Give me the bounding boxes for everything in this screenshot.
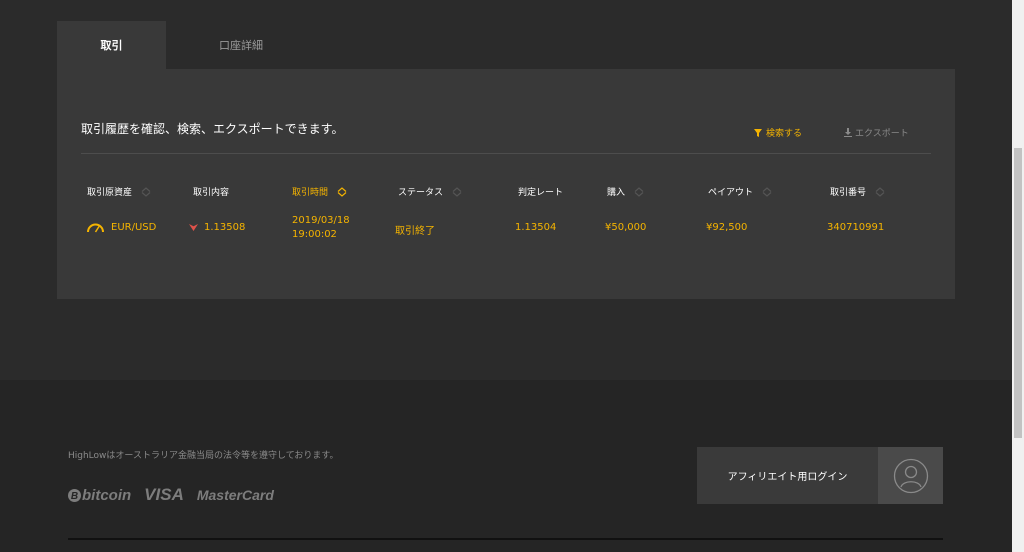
gauge-icon [87, 223, 104, 233]
column-header-closing-rate: 判定レート [518, 188, 564, 198]
search-label: 検索する [766, 129, 803, 139]
column-header-time[interactable]: 取引時間 [292, 185, 347, 198]
sort-icon [875, 186, 885, 197]
cell-time: 2019/03/18 19:00:02 [292, 215, 350, 240]
panel-description: 取引履歴を確認、検索、エクスポートできます。 [81, 122, 344, 136]
trade-history-panel: 取引履歴を確認、検索、エクスポートできます。 検索する エクスポート 取引原資産… [57, 69, 955, 299]
cell-payout: ¥92,500 [706, 222, 748, 233]
bitcoin-icon: B [68, 488, 81, 502]
mastercard-logo: MasterCard [196, 487, 274, 503]
search-button[interactable]: 検索する [754, 126, 802, 139]
affiliate-login-button[interactable]: アフィリエイト用ログイン [697, 447, 943, 504]
footer-divider [68, 538, 943, 540]
cell-closing-rate: 1.13504 [515, 222, 557, 233]
column-header-trade-id[interactable]: 取引番号 [830, 185, 885, 198]
main-area: 取引 口座詳細 取引履歴を確認、検索、エクスポートできます。 検索する エクスポ… [0, 0, 1012, 380]
scrollbar-thumb[interactable] [1014, 148, 1022, 438]
vertical-scrollbar[interactable] [1012, 0, 1024, 552]
svg-text:B: B [71, 491, 78, 502]
down-arrow-icon [189, 224, 198, 231]
sort-icon-active [337, 186, 347, 197]
cell-investment: ¥50,000 [605, 222, 647, 233]
sort-icon [634, 186, 644, 197]
tab-trades[interactable]: 取引 [57, 21, 166, 69]
column-header-content: 取引内容 [193, 188, 230, 198]
panel-divider [81, 153, 931, 154]
sort-icon [141, 186, 151, 197]
tab-account-details[interactable]: 口座詳細 [166, 21, 316, 69]
payment-methods: B bitcoin VISA MasterCard [68, 485, 274, 505]
footer: HighLowはオーストラリア金融当局の法令等を遵守しております。 B bitc… [0, 380, 1012, 552]
cell-trade-id: 340710991 [827, 222, 885, 233]
affiliate-login-label: アフィリエイト用ログイン [727, 472, 848, 483]
tab-bar: 取引 口座詳細 [57, 21, 316, 69]
cell-status: 取引終了 [395, 226, 435, 237]
column-header-payout[interactable]: ペイアウト [708, 185, 772, 198]
bitcoin-logo: B bitcoin [68, 487, 131, 504]
user-avatar-icon [878, 447, 943, 504]
download-icon [844, 128, 852, 137]
filter-icon [754, 128, 762, 137]
legal-notice: HighLowはオーストラリア金融当局の法令等を遵守しております。 [68, 451, 339, 461]
export-label: エクスポート [855, 129, 909, 139]
column-header-investment[interactable]: 購入 [607, 185, 644, 198]
sort-icon [762, 186, 772, 197]
sort-icon [452, 186, 462, 197]
cell-asset[interactable]: EUR/USD [86, 222, 156, 233]
cell-content: 1.13508 [189, 222, 245, 233]
visa-logo: VISA [144, 485, 184, 504]
column-header-asset[interactable]: 取引原資産 [87, 185, 151, 198]
export-button[interactable]: エクスポート [844, 126, 909, 139]
column-header-status[interactable]: ステータス [398, 185, 462, 198]
